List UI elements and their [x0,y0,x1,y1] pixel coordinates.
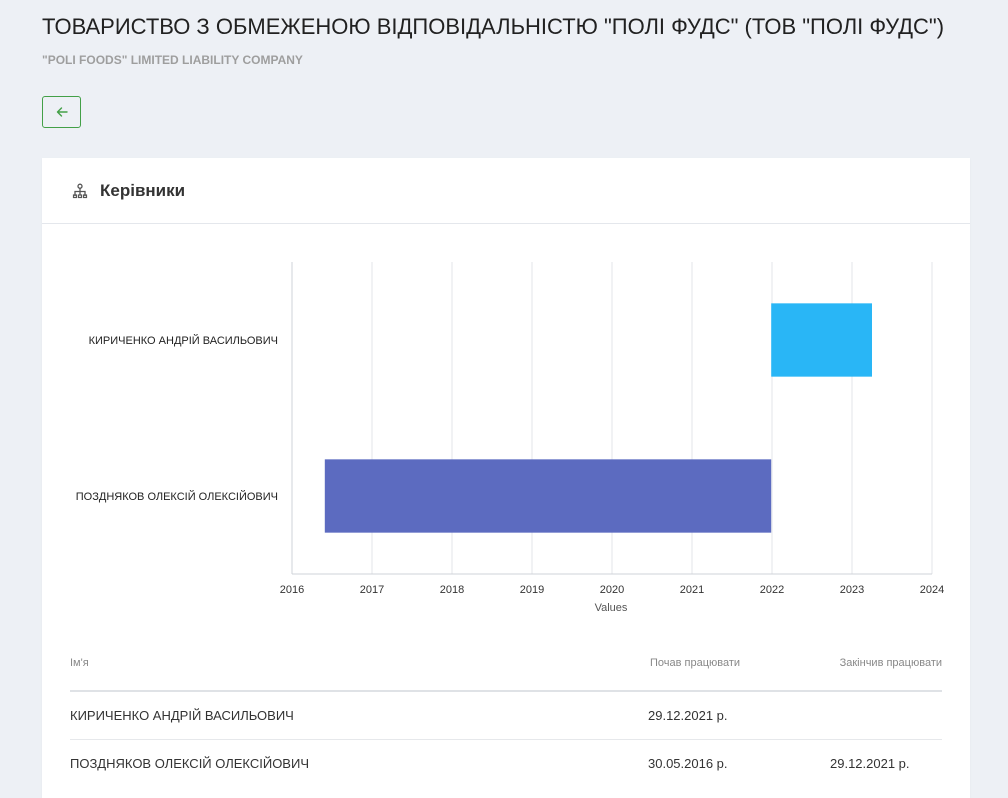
x-tick-label: 2021 [680,584,704,596]
x-tick-label: 2019 [520,584,544,596]
arrow-left-icon [55,105,69,119]
managers-timeline-chart: 2016 2017 2018 2019 2020 2021 2022 2023 2024 Valu… [76,262,944,614]
page-subtitle: "POLI FOODS" LIMITED LIABILITY COMPANY [42,53,303,67]
table-header: Ім'я Почав працювати Закінчив працювати [70,650,942,692]
x-tick-label: 2024 [920,584,944,596]
table-row: ПОЗДНЯКОВ ОЛЕКСІЙ ОЛЕКСІЙОВИЧ 30.05.2016… [70,740,942,788]
org-structure-icon [72,183,88,199]
managers-card: Керівники 2016 2017 2018 2019 2020 2021 2022 20… [42,158,970,798]
column-header-name: Ім'я [70,657,89,669]
page-title: ТОВАРИСТВО З ОБМЕЖЕНОЮ ВІДПОВІДАЛЬНІСТЮ … [42,14,945,39]
cell-end-date: 29.12.2021 р. [830,756,910,771]
x-tick-label: 2023 [840,584,864,596]
x-tick-label: 2020 [600,584,624,596]
column-header-end: Закінчив працювати [839,657,942,669]
y-category-label: КИРИЧЕНКО АНДРІЙ ВАСИЛЬОВИЧ [89,334,278,347]
cell-name: КИРИЧЕНКО АНДРІЙ ВАСИЛЬОВИЧ [70,708,294,723]
cell-name: ПОЗДНЯКОВ ОЛЕКСІЙ ОЛЕКСІЙОВИЧ [70,756,309,771]
table-row: КИРИЧЕНКО АНДРІЙ ВАСИЛЬОВИЧ 29.12.2021 р… [70,692,942,740]
y-category-label: ПОЗДНЯКОВ ОЛЕКСІЙ ОЛЕКСІЙОВИЧ [76,490,278,503]
x-axis-title: Values [595,602,628,614]
x-tick-label: 2022 [760,584,784,596]
cell-start-date: 30.05.2016 р. [648,756,728,771]
cell-start-date: 29.12.2021 р. [648,708,728,723]
x-tick-label: 2018 [440,584,464,596]
x-tick-label: 2017 [360,584,384,596]
section-title: Керівники [100,180,186,200]
back-button[interactable] [42,96,81,128]
column-header-start: Почав працювати [650,657,741,669]
bar [771,303,872,377]
bar [324,459,772,533]
x-tick-label: 2016 [280,584,304,596]
card-header: Керівники [42,158,970,224]
